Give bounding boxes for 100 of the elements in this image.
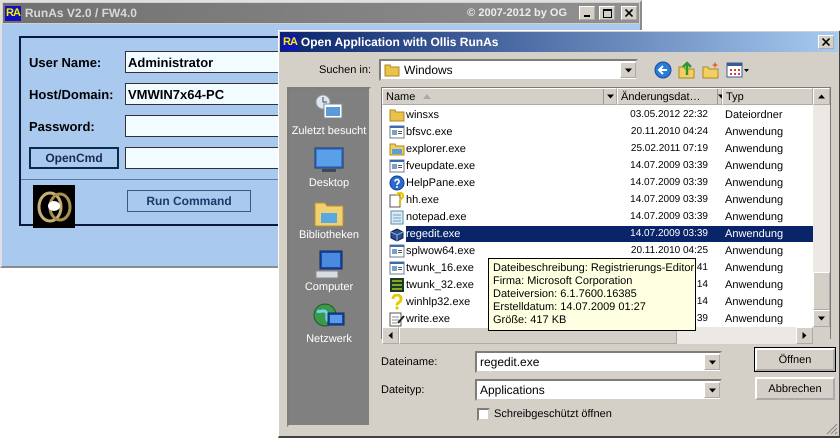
file-row[interactable]: explorer.exe 25.02.2011 07:19 Anwendung: [406, 140, 813, 156]
file-row[interactable]: notepad.exe 14.07.2009 03:39 Anwendung: [406, 208, 813, 224]
file-type: Anwendung: [724, 244, 784, 256]
file-name: splwow64.exe: [406, 244, 476, 256]
file-type-label: Dateityp:: [381, 384, 426, 396]
close-button[interactable]: [621, 6, 637, 20]
scroll-left-button[interactable]: [382, 327, 399, 344]
place-label[interactable]: Desktop: [308, 177, 350, 189]
file-row[interactable]: regedit.exe 14.07.2009 03:39 Anwendung: [406, 226, 813, 242]
look-in-dropdown[interactable]: Windows: [379, 59, 638, 81]
file-type: Anwendung: [724, 312, 784, 324]
tooltip-line: Firma: Microsoft Corporation: [493, 275, 634, 288]
column-dropdown[interactable]: [603, 89, 616, 104]
dropdown-button[interactable]: [704, 354, 720, 370]
close-icon: [625, 9, 633, 17]
logo-icon: [33, 185, 75, 228]
file-name-label: Dateiname:: [381, 356, 438, 368]
file-date: 14.07.2009 03:39: [630, 228, 708, 239]
file-date: 14: [696, 296, 708, 307]
file-row[interactable]: splwow64.exe 20.11.2010 04:25 Anwendung: [406, 242, 813, 258]
tooltip-line: Erstelldatum: 14.07.2009 01:27: [493, 301, 647, 314]
look-in-label: Suchen in:: [318, 64, 371, 76]
open-button[interactable]: Öffnen: [755, 348, 835, 371]
down-arrow-icon: [606, 93, 614, 100]
place-label[interactable]: Bibliotheken: [299, 229, 359, 241]
column-header[interactable]: Name: [382, 88, 617, 105]
vertical-scrollbar[interactable]: [813, 105, 830, 327]
place-label[interactable]: Zuletzt besucht: [292, 125, 366, 137]
file-type: Anwendung: [724, 142, 784, 154]
file-type-dropdown[interactable]: Applications: [475, 379, 722, 401]
column-header[interactable]: Änderungsdat…: [617, 88, 722, 105]
column-header[interactable]: Typ: [722, 88, 813, 105]
file-type: Dateiordner: [724, 108, 782, 120]
file-name-field[interactable]: regedit.exe: [475, 351, 722, 373]
view-menu-icon[interactable]: [726, 61, 750, 79]
tooltip-line: Dateiversion: 6.1.7600.16385: [493, 288, 638, 301]
dropdown-button[interactable]: [704, 382, 720, 398]
folder-window-icon: [389, 140, 405, 156]
place-label[interactable]: Netzwerk: [306, 333, 352, 345]
file-name: explorer.exe: [406, 142, 466, 154]
file-row[interactable]: HelpPane.exe 14.07.2009 03:39 Anwendung: [406, 174, 813, 190]
left-arrow-icon: [387, 332, 394, 339]
notepad-icon: [389, 208, 405, 224]
scrollbar-thumb[interactable]: [813, 272, 830, 310]
file-name: fveupdate.exe: [406, 160, 476, 172]
down-arrow-icon: [708, 358, 716, 366]
maximize-button[interactable]: [599, 6, 615, 20]
file-date: 03.05.2012 22:32: [630, 109, 708, 120]
sort-arrow-icon: [423, 94, 432, 99]
copyright-text: © 2007-2012 by OG: [467, 7, 567, 19]
file-name: regedit.exe: [406, 228, 460, 240]
file-date: 14.07.2009 03:39: [630, 160, 708, 171]
scrollbar-corner: [813, 327, 830, 344]
file-name: winsxs: [406, 108, 440, 120]
open-cmd-button[interactable]: OpenCmd: [29, 147, 119, 169]
file-date: 41: [696, 262, 708, 273]
cancel-button[interactable]: Abbrechen: [755, 377, 835, 400]
dropdown-button[interactable]: [620, 62, 636, 78]
right-arrow-icon: [801, 332, 808, 339]
program-window-icon: [389, 124, 405, 140]
scroll-right-button[interactable]: [796, 327, 813, 344]
file-row[interactable]: winsxs 03.05.2012 22:32 Dateiordner: [406, 106, 813, 122]
file-type: Anwendung: [724, 278, 784, 290]
question-document-icon: [389, 192, 405, 208]
file-row[interactable]: bfsvc.exe 20.11.2010 04:24 Anwendung: [406, 124, 813, 140]
cube-icon: [389, 226, 405, 242]
back-icon[interactable]: [654, 61, 672, 79]
close-button[interactable]: [818, 35, 834, 49]
run-command-button[interactable]: Run Command: [127, 190, 251, 212]
field-label: Password:: [29, 118, 96, 134]
question-mark-icon: [389, 294, 405, 310]
file-row[interactable]: hh.exe 14.07.2009 03:39 Anwendung: [406, 192, 813, 208]
dialog-title: Open Application with Ollis RunAs: [300, 35, 500, 49]
scroll-down-button[interactable]: [813, 310, 830, 327]
file-type: Anwendung: [724, 228, 784, 240]
file-date: 14.07.2009 03:39: [630, 211, 708, 222]
file-date: 20.11.2010 04:25: [630, 245, 708, 256]
help-icon: [389, 174, 405, 190]
file-name: HelpPane.exe: [406, 176, 476, 188]
tooltip-line: Größe: 417 KB: [493, 314, 568, 327]
field-label: User Name:: [29, 54, 102, 70]
file-row[interactable]: fveupdate.exe 14.07.2009 03:39 Anwendung: [406, 158, 813, 174]
checkbox-label[interactable]: Schreibgeschützt öffnen: [494, 408, 612, 420]
file-date: 25.02.2011 07:19: [630, 143, 708, 154]
minimize-button[interactable]: [579, 6, 595, 20]
checkbox[interactable]: [477, 408, 490, 420]
file-date: 39: [696, 313, 708, 324]
maximize-icon: [602, 8, 612, 18]
file-type: Anwendung: [724, 262, 784, 274]
down-arrow-icon: [818, 315, 825, 322]
file-date: 14.07.2009 03:39: [630, 177, 708, 188]
file-type: Anwendung: [724, 194, 784, 206]
place-label[interactable]: Computer: [304, 281, 354, 293]
file-name: notepad.exe: [406, 210, 467, 222]
scroll-up-button[interactable]: [813, 88, 830, 105]
file-type: Anwendung: [724, 296, 784, 308]
resize-grip-icon[interactable]: [826, 423, 838, 435]
app-logo: RA: [282, 34, 298, 50]
file-type: Anwendung: [724, 176, 784, 188]
file-name: bfsvc.exe: [406, 126, 452, 138]
